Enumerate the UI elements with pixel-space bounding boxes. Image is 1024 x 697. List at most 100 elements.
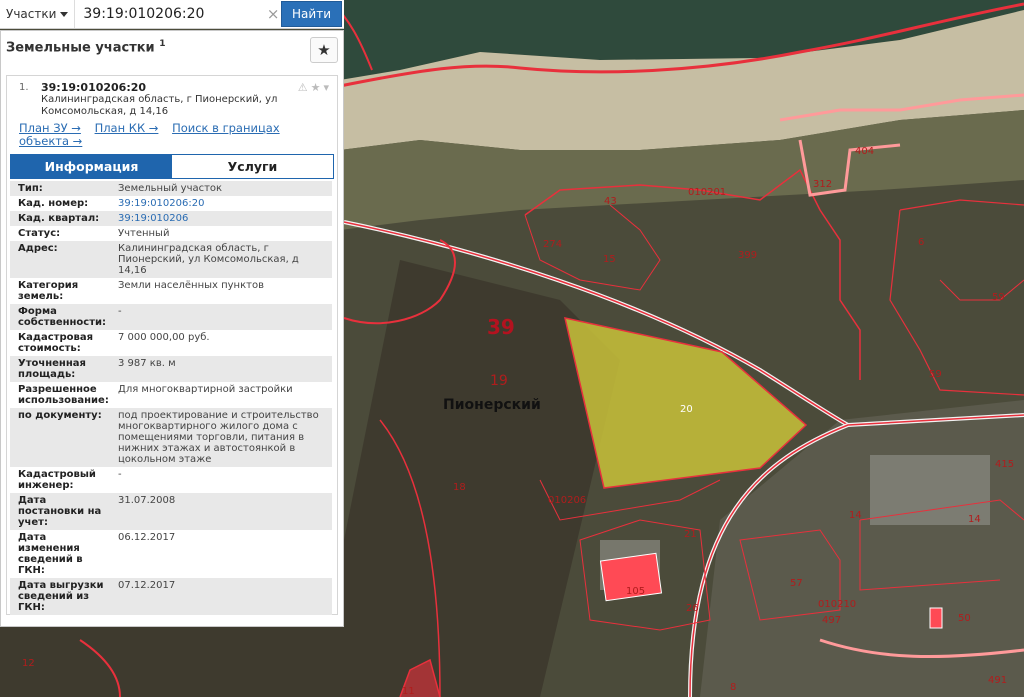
tab-bar: Информация Услуги	[10, 154, 334, 179]
info-row: Дата выгрузки сведений из ГКН: 07.12.2017	[10, 578, 332, 615]
info-row: Разрешенное использование: Для многокварт…	[10, 382, 332, 408]
info-value: под проектирование и строительство много…	[114, 408, 332, 467]
info-value: 07.12.2017	[114, 578, 332, 615]
info-value: -	[118, 469, 122, 480]
parcel-label: 312	[813, 179, 832, 190]
info-key: Разрешенное использование:	[18, 384, 109, 406]
parcel-label: 274	[543, 239, 562, 250]
info-row: по документу: под проектирование и строит…	[10, 408, 332, 467]
info-row: Дата постановки на учет: 31.07.2008	[10, 493, 332, 530]
search-input[interactable]	[75, 1, 266, 27]
info-row: Кад. номер: 39:19:010206:20	[10, 196, 332, 211]
parcel-label: 14	[968, 514, 981, 525]
results-panel: Земельные участки 1 ★ 1. 39:19:010206:20…	[0, 30, 344, 627]
info-key: Кад. квартал:	[10, 211, 114, 226]
info-key: Тип:	[10, 181, 114, 196]
panel-title-text: Земельные участки	[6, 40, 155, 56]
info-key: Кад. номер:	[18, 198, 89, 209]
chevron-down-icon[interactable]: ▾	[323, 81, 329, 94]
info-value-link[interactable]: 39:19:010206:20	[118, 198, 204, 209]
info-value[interactable]: 39:19:010206	[114, 211, 332, 226]
info-value: 06.12.2017	[118, 532, 176, 543]
info-row: Кад. квартал: 39:19:010206	[10, 211, 332, 226]
info-row: Дата изменения сведений в ГКН: 06.12.2017	[10, 530, 332, 578]
info-key: Дата выгрузки сведений из ГКН:	[10, 578, 114, 615]
parcel-label: 26	[686, 603, 699, 614]
parcel-label: 18	[453, 482, 466, 493]
panel-header: Земельные участки 1 ★	[1, 31, 343, 69]
parcel-label: 21	[684, 529, 697, 540]
parcel-label: 6	[918, 237, 924, 248]
city-label: Пионерский	[443, 397, 541, 413]
info-key: Статус:	[18, 228, 61, 239]
search-type-label: Участки	[6, 7, 57, 21]
result-card: 1. 39:19:010206:20 Калининградская облас…	[6, 75, 338, 615]
parcel-label: 59	[929, 369, 942, 380]
info-value: Учтенный	[118, 228, 170, 239]
search-type-select[interactable]: Участки	[0, 0, 76, 28]
info-key: по документу:	[10, 408, 114, 467]
info-key: Кадастровый инженер:	[18, 469, 96, 491]
search-button[interactable]: Найти	[281, 1, 342, 27]
panel-title: Земельные участки 1	[6, 39, 165, 55]
info-table: Тип: Земельный участок Кад. номер: 39:19:01…	[10, 181, 332, 615]
parcel-label: 497	[822, 615, 841, 626]
parcel-label: 15	[603, 254, 616, 265]
result-address: Калининградская область, г Пионерский, у…	[41, 94, 278, 117]
info-key: Дата изменения сведений в ГКН:	[18, 532, 83, 576]
parcel-label: 415	[995, 459, 1014, 470]
info-value: -	[114, 304, 332, 330]
info-value: Земельный участок	[114, 181, 332, 196]
parcel-label: 105	[626, 586, 645, 597]
info-key: Кадастровая стоимость:	[18, 332, 93, 354]
parcel-label: 8	[730, 682, 736, 693]
info-value-link[interactable]: 39:19:010206	[118, 213, 188, 224]
info-key: Адрес:	[10, 241, 114, 278]
parcel-label: 50	[958, 613, 971, 624]
result-actions: ⚠ ★ ▾	[298, 81, 329, 94]
result-cad-number[interactable]: 39:19:010206:20	[41, 81, 333, 94]
result-links: План ЗУ → План КК → Поиск в границах объ…	[7, 118, 337, 148]
parcel-label: 20	[680, 404, 693, 415]
info-value: Для многоквартирной застройки	[118, 384, 293, 395]
tab-information[interactable]: Информация	[11, 155, 172, 178]
block-label: 010206	[548, 495, 586, 506]
info-value: Земли населённых пунктов	[118, 280, 264, 291]
parcel-label: 399	[738, 250, 757, 261]
info-row: Тип: Земельный участок	[10, 181, 332, 196]
tab-services[interactable]: Услуги	[172, 155, 333, 178]
info-row: Кадастровая стоимость: 7 000 000,00 руб.	[10, 330, 332, 356]
info-row: Кадастровый инженер: -	[10, 467, 332, 493]
star-icon: ★	[317, 41, 331, 59]
close-icon[interactable]: ×	[265, 5, 281, 23]
parcel-label: 491	[988, 675, 1007, 686]
info-row: Статус: Учтенный	[10, 226, 332, 241]
parcel-label: 14	[849, 510, 862, 521]
parcel-label: 11	[402, 686, 415, 697]
parcel-highlight	[929, 607, 943, 629]
info-key: Дата постановки на учет:	[10, 493, 114, 530]
parcel-label: 57	[790, 578, 803, 589]
info-value: 31.07.2008	[114, 493, 332, 530]
result-header: 1. 39:19:010206:20 Калининградская облас…	[7, 76, 337, 118]
result-count: 1	[159, 39, 166, 49]
warning-icon[interactable]: ⚠	[298, 81, 308, 94]
block-label: 010201	[688, 187, 726, 198]
plan-kk-link[interactable]: План КК →	[95, 121, 159, 135]
info-value[interactable]: 39:19:010206:20	[114, 196, 332, 211]
info-key: Форма собственности:	[10, 304, 114, 330]
zone-label: 19	[490, 373, 508, 389]
info-row: Категория земель: Земли населённых пункто…	[10, 278, 332, 304]
parcel-label: 43	[604, 196, 617, 207]
parcel-label: 59	[992, 292, 1005, 303]
info-row: Форма собственности: -	[10, 304, 332, 330]
star-icon[interactable]: ★	[311, 81, 321, 94]
favorite-button[interactable]: ★	[310, 37, 338, 63]
info-value: 7 000 000,00 руб.	[118, 332, 210, 343]
parcel-label: 12	[22, 658, 35, 669]
chevron-down-icon	[60, 11, 69, 17]
info-value: 3 987 кв. м	[114, 356, 332, 382]
parcel-label: 404	[855, 146, 874, 157]
plan-zu-link[interactable]: План ЗУ →	[19, 121, 81, 135]
district-label: 39	[487, 315, 515, 339]
